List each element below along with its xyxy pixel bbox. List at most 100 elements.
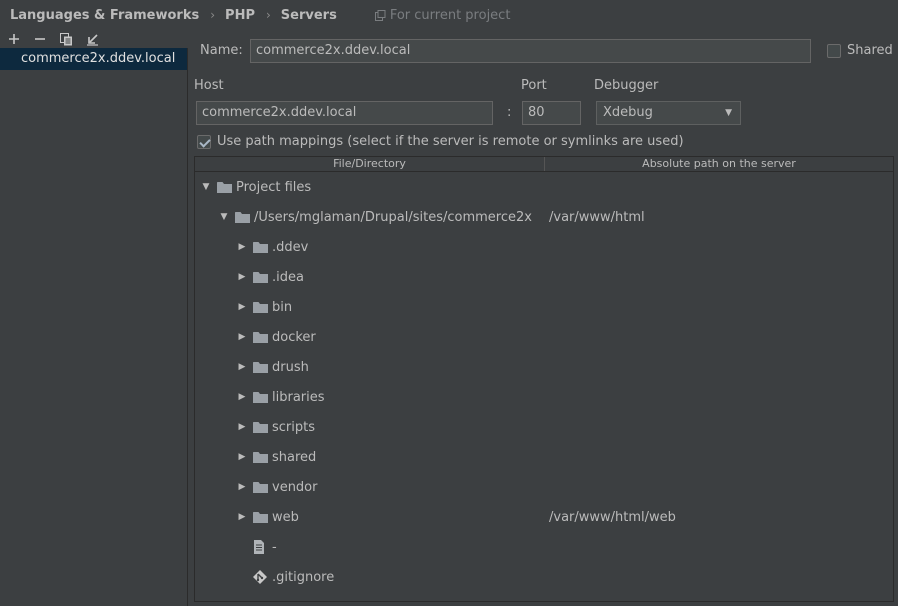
git-file-icon	[253, 570, 269, 584]
chevron-right-icon: ›	[265, 8, 271, 22]
path-mappings-table: File/Directory Absolute path on the serv…	[194, 156, 894, 602]
expand-right-icon[interactable]: ▶	[235, 302, 249, 312]
file-name: drush	[272, 359, 309, 375]
file-cell: ▶ bin	[195, 292, 549, 322]
file-icon	[253, 540, 269, 554]
table-body: ▼ Project files ▼ /Users/mglaman/Drupal/sit…	[195, 172, 893, 592]
table-row[interactable]: ▶ vendor	[195, 472, 893, 502]
project-scope-icon	[374, 9, 386, 21]
folder-icon	[253, 241, 269, 253]
table-row[interactable]: ▶ .idea	[195, 262, 893, 292]
expand-right-icon[interactable]: ▶	[235, 242, 249, 252]
file-cell: ▶ vendor	[195, 472, 549, 502]
file-cell: ▶ web	[195, 502, 549, 532]
file-cell: ▶ .idea	[195, 262, 549, 292]
file-name: -	[272, 539, 277, 555]
expand-right-icon[interactable]: ▶	[235, 422, 249, 432]
copy-icon[interactable]	[58, 31, 74, 47]
chevron-down-icon: ▼	[725, 108, 732, 118]
minus-icon[interactable]	[32, 31, 48, 47]
host-input[interactable]: commerce2x.ddev.local	[196, 101, 493, 125]
file-cell: ▼ /Users/mglaman/Drupal/sites/commerce2x	[195, 202, 549, 232]
file-name: Project files	[236, 179, 312, 195]
table-row[interactable]: ▶ docker	[195, 322, 893, 352]
file-name: web	[272, 509, 299, 525]
plus-icon[interactable]	[6, 31, 22, 47]
file-cell: ▶ drush	[195, 352, 549, 382]
server-path-cell[interactable]: /var/www/html	[549, 210, 893, 225]
folder-icon	[217, 181, 233, 193]
column-header-file[interactable]: File/Directory	[195, 157, 545, 171]
file-cell: ▶ scripts	[195, 412, 549, 442]
file-name: .gitignore	[272, 569, 335, 585]
file-cell: ▼ Project files	[195, 172, 549, 202]
file-name: .ddev	[272, 239, 309, 255]
expand-right-icon[interactable]: ▶	[235, 332, 249, 342]
table-row[interactable]: ▶ drush	[195, 352, 893, 382]
file-name: vendor	[272, 479, 318, 495]
file-name: docker	[272, 329, 316, 345]
folder-icon	[253, 331, 269, 343]
server-list-toolbar	[0, 30, 188, 48]
table-row[interactable]: -	[195, 532, 893, 562]
file-name: /Users/mglaman/Drupal/sites/commerce2x	[254, 209, 532, 225]
table-row[interactable]: ▼ Project files	[195, 172, 893, 202]
file-cell: .gitignore	[195, 562, 549, 592]
file-name: scripts	[272, 419, 315, 435]
expand-right-icon[interactable]: ▶	[235, 362, 249, 372]
port-separator: :	[507, 105, 512, 120]
table-row[interactable]: ▶ web/var/www/html/web	[195, 502, 893, 532]
host-label: Host	[194, 78, 224, 93]
debugger-select[interactable]: Xdebug ▼	[596, 101, 741, 125]
expand-right-icon[interactable]: ▶	[235, 452, 249, 462]
file-name: .idea	[272, 269, 304, 285]
folder-icon	[253, 451, 269, 463]
breadcrumb-item-languages[interactable]: Languages & Frameworks	[10, 8, 199, 23]
server-list: commerce2x.ddev.local	[0, 48, 188, 606]
folder-icon	[235, 211, 251, 223]
breadcrumb-item-servers: Servers	[280, 7, 337, 23]
folder-icon	[253, 391, 269, 403]
file-cell: -	[195, 532, 549, 562]
path-mappings-label: Use path mappings (select if the server …	[217, 134, 684, 149]
path-mappings-checkbox[interactable]	[197, 135, 211, 149]
expand-right-icon[interactable]: ▶	[235, 512, 249, 522]
file-cell: ▶ shared	[195, 442, 549, 472]
port-input[interactable]: 80	[522, 101, 581, 125]
breadcrumb-item-php[interactable]: PHP	[225, 8, 255, 23]
expand-down-icon[interactable]: ▼	[217, 212, 231, 222]
name-label: Name:	[200, 43, 243, 58]
shared-label: Shared	[847, 43, 893, 58]
table-row[interactable]: ▶ .ddev	[195, 232, 893, 262]
folder-icon	[253, 301, 269, 313]
expand-right-icon[interactable]: ▶	[235, 272, 249, 282]
table-row[interactable]: .gitignore	[195, 562, 893, 592]
table-row[interactable]: ▶ scripts	[195, 412, 893, 442]
server-path-cell[interactable]: /var/www/html/web	[549, 510, 893, 525]
expand-right-icon[interactable]: ▶	[235, 482, 249, 492]
import-icon[interactable]	[84, 31, 100, 47]
file-cell: ▶ libraries	[195, 382, 549, 412]
shared-checkbox[interactable]	[827, 44, 841, 58]
table-row[interactable]: ▶ bin	[195, 292, 893, 322]
folder-icon	[253, 361, 269, 373]
file-name: libraries	[272, 389, 325, 405]
folder-icon	[253, 511, 269, 523]
chevron-right-icon: ›	[210, 8, 216, 22]
table-row[interactable]: ▶ shared	[195, 442, 893, 472]
folder-icon	[253, 421, 269, 433]
file-name: bin	[272, 299, 293, 315]
folder-icon	[253, 481, 269, 493]
folder-icon	[253, 271, 269, 283]
table-row[interactable]: ▼ /Users/mglaman/Drupal/sites/commerce2x /…	[195, 202, 893, 232]
file-cell: ▶ .ddev	[195, 232, 549, 262]
server-list-item[interactable]: commerce2x.ddev.local	[0, 48, 187, 70]
server-name-input[interactable]: commerce2x.ddev.local	[250, 39, 811, 63]
debugger-selected-value: Xdebug	[603, 105, 653, 120]
table-header: File/Directory Absolute path on the serv…	[195, 157, 893, 172]
column-header-server-path[interactable]: Absolute path on the server	[545, 157, 893, 171]
expand-right-icon[interactable]: ▶	[235, 392, 249, 402]
expand-down-icon[interactable]: ▼	[199, 182, 213, 192]
table-row[interactable]: ▶ libraries	[195, 382, 893, 412]
scope-indicator: For current project	[374, 8, 510, 23]
